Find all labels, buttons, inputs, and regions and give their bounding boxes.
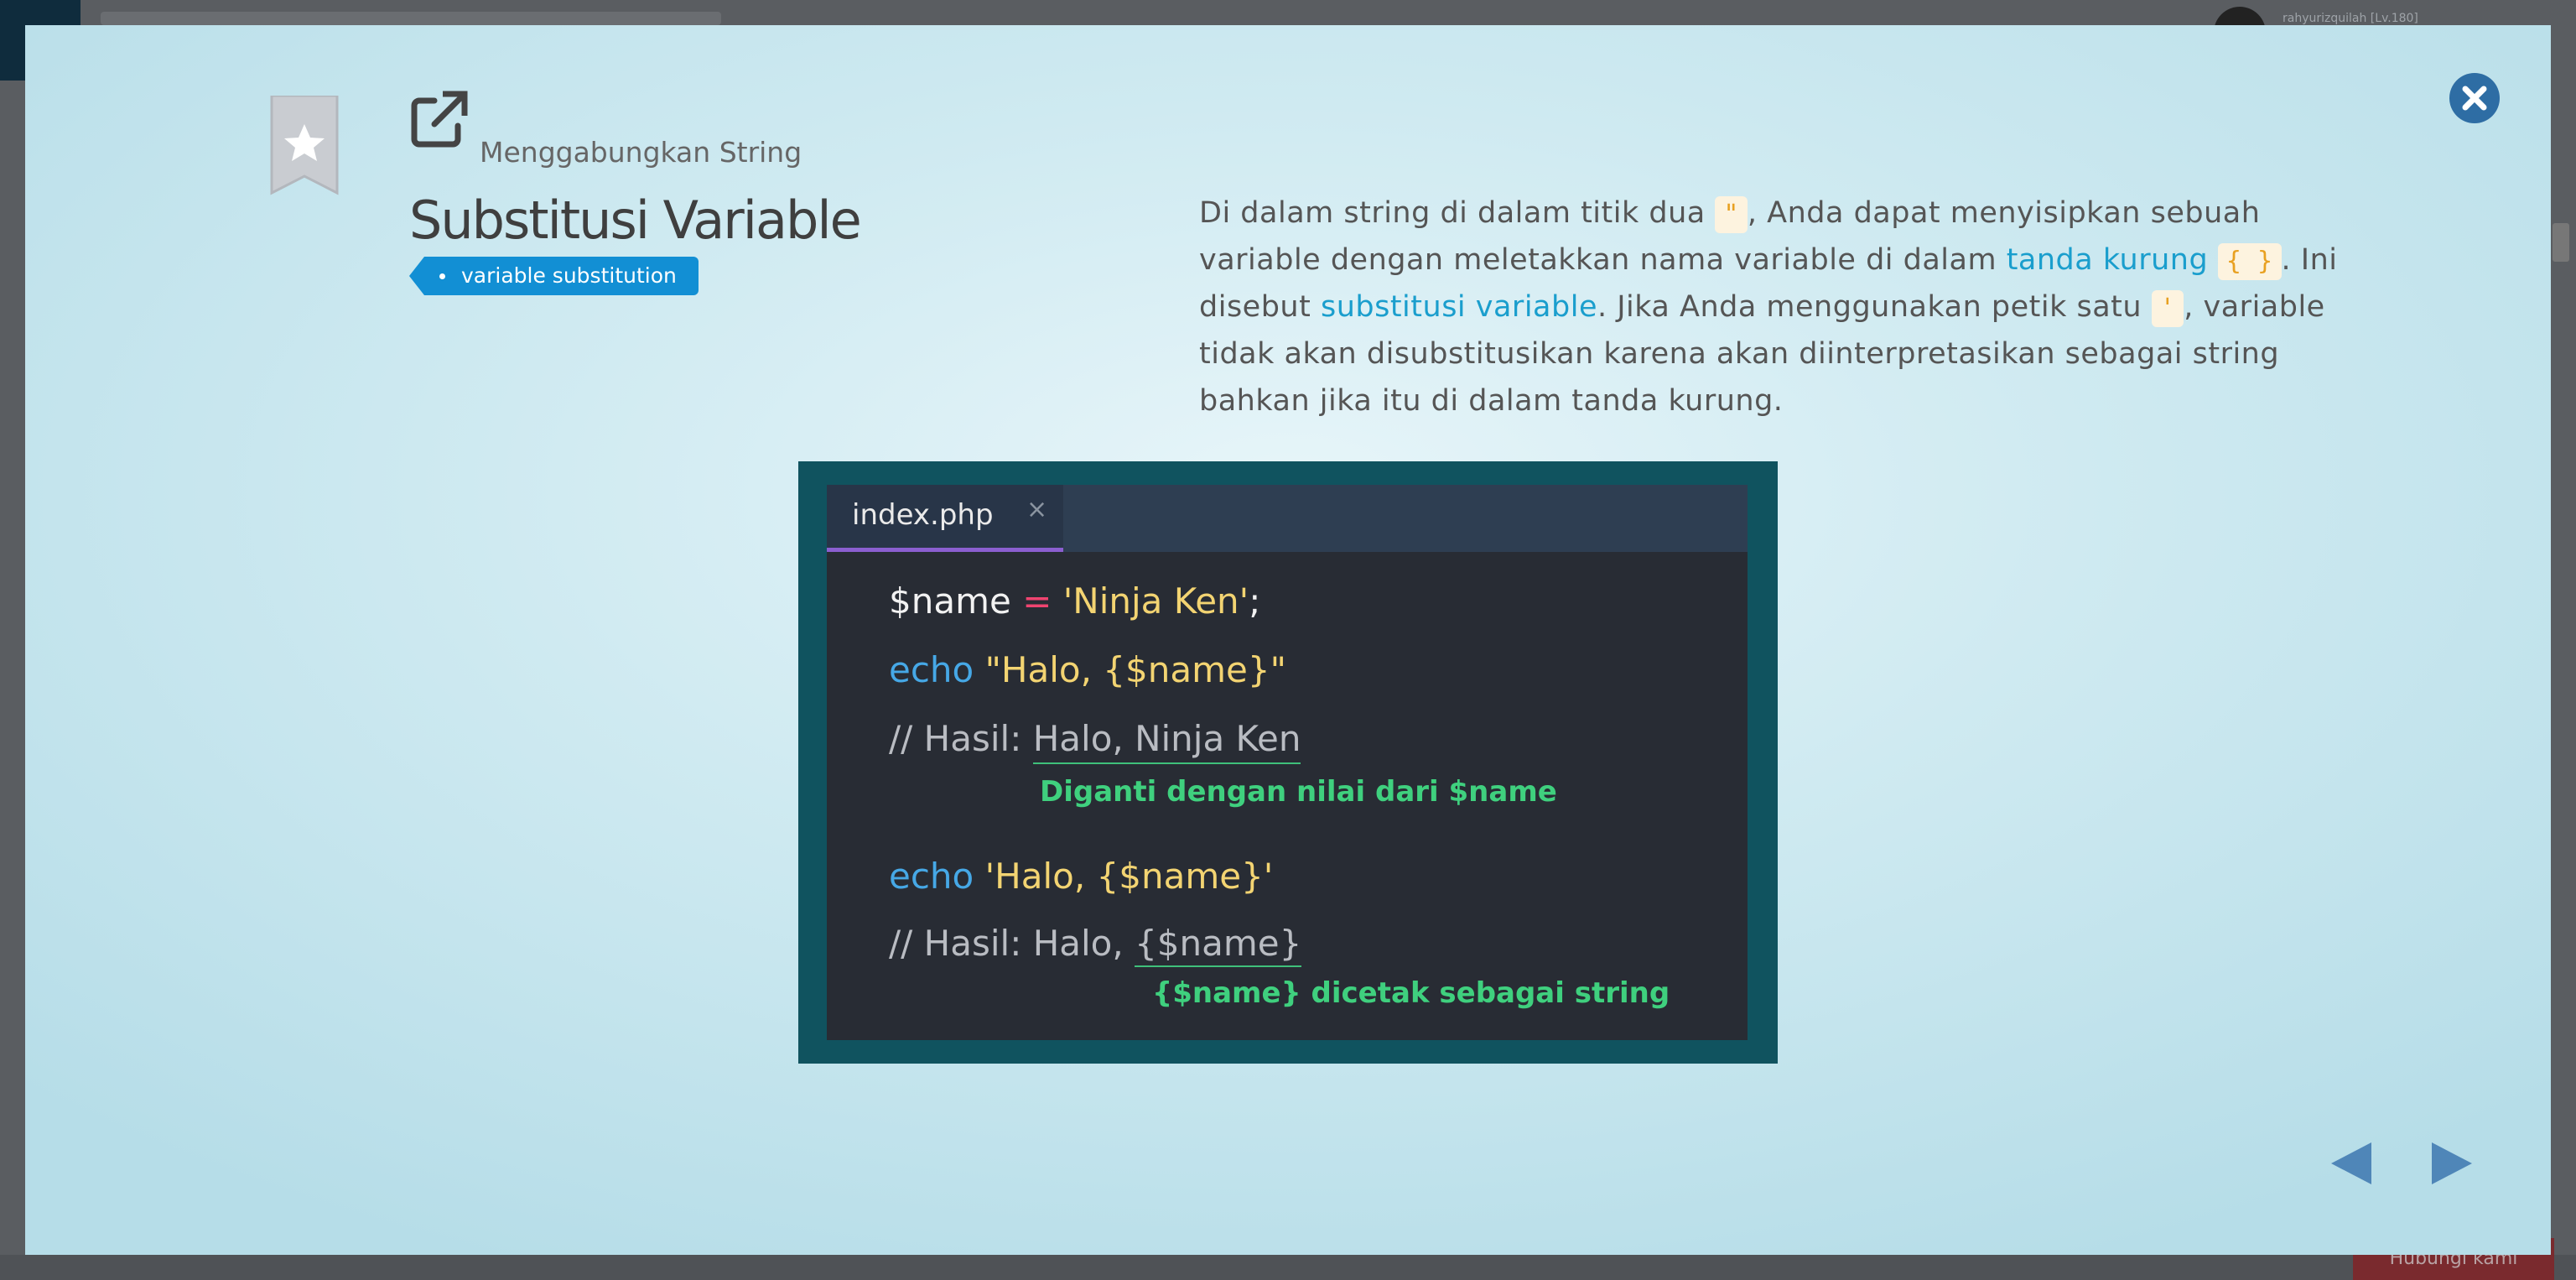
code-line-5: // Hasil: Halo, {$name}	[889, 923, 1302, 967]
top-search-bar	[101, 12, 721, 25]
code-chip-double-quote: "	[1715, 196, 1748, 233]
code-illustration: index.php × $name = 'Ninja Ken'; echo "H…	[798, 461, 1778, 1064]
annotation-note-2: {$name} dicetak sebagai string	[1152, 976, 1670, 1010]
link-substitusi-variable[interactable]: substitusi variable	[1321, 290, 1597, 324]
breadcrumb: Menggabungkan String	[480, 136, 802, 169]
code-op: =	[1010, 580, 1063, 622]
page-title: Substitusi Variable	[409, 190, 862, 251]
bookmark-star-icon[interactable]	[268, 96, 340, 196]
description-text: Di dalam string di dalam titik dua ", An…	[1199, 190, 2340, 424]
tab-close-icon[interactable]: ×	[1026, 495, 1047, 524]
code-chip-braces: { }	[2217, 243, 2282, 280]
desc-text: Di dalam string di dalam titik dua	[1199, 196, 1716, 230]
code-var: $name	[889, 580, 1011, 622]
code-string: 'Halo, {$name}'	[974, 856, 1274, 897]
code-line-2: echo "Halo, {$name}"	[889, 649, 1286, 690]
editor-tab-bar: index.php ×	[827, 485, 1748, 552]
code-line-1: $name = 'Ninja Ken';	[889, 580, 1260, 622]
external-link-icon[interactable]	[409, 89, 470, 149]
code-keyword: echo	[889, 649, 974, 690]
code-comment: // Hasil:	[889, 718, 1033, 759]
code-keyword: echo	[889, 856, 974, 897]
page-scrollbar	[2553, 223, 2569, 262]
desc-text: . Jika Anda menggunakan petik satu	[1597, 290, 2152, 324]
code-string: 'Ninja Ken'	[1062, 580, 1249, 622]
code-line-4: echo 'Halo, {$name}'	[889, 856, 1273, 897]
annotation-note-1: Diganti dengan nilai dari $name	[1040, 775, 1557, 809]
next-arrow-icon[interactable]	[2428, 1141, 2475, 1186]
code-string: "Halo, {$name}"	[974, 649, 1286, 690]
code-chip-single-quote: '	[2151, 290, 2184, 327]
code-editor: index.php × $name = 'Ninja Ken'; echo "H…	[827, 485, 1748, 1040]
user-label: rahyurizquilah [Lv.180]	[2283, 12, 2418, 25]
code-comment-result: {$name}	[1135, 923, 1302, 967]
previous-arrow-icon[interactable]	[2328, 1141, 2375, 1186]
code-comment: // Hasil: Halo,	[889, 923, 1135, 964]
code-punct: ;	[1249, 580, 1261, 622]
link-tanda-kurung[interactable]: tanda kurung	[2007, 243, 2209, 277]
close-icon[interactable]	[2449, 72, 2501, 124]
slide-modal: Menggabungkan String Substitusi Variable…	[25, 25, 2551, 1255]
tab-index-php[interactable]: index.php ×	[827, 485, 1063, 552]
bottom-bar	[0, 1255, 2576, 1280]
code-comment-result: Halo, Ninja Ken	[1032, 718, 1301, 764]
tab-label: index.php	[852, 498, 994, 532]
tag-variable-substitution[interactable]: variable substitution	[409, 257, 699, 295]
code-line-3: // Hasil: Halo, Ninja Ken	[889, 718, 1301, 764]
